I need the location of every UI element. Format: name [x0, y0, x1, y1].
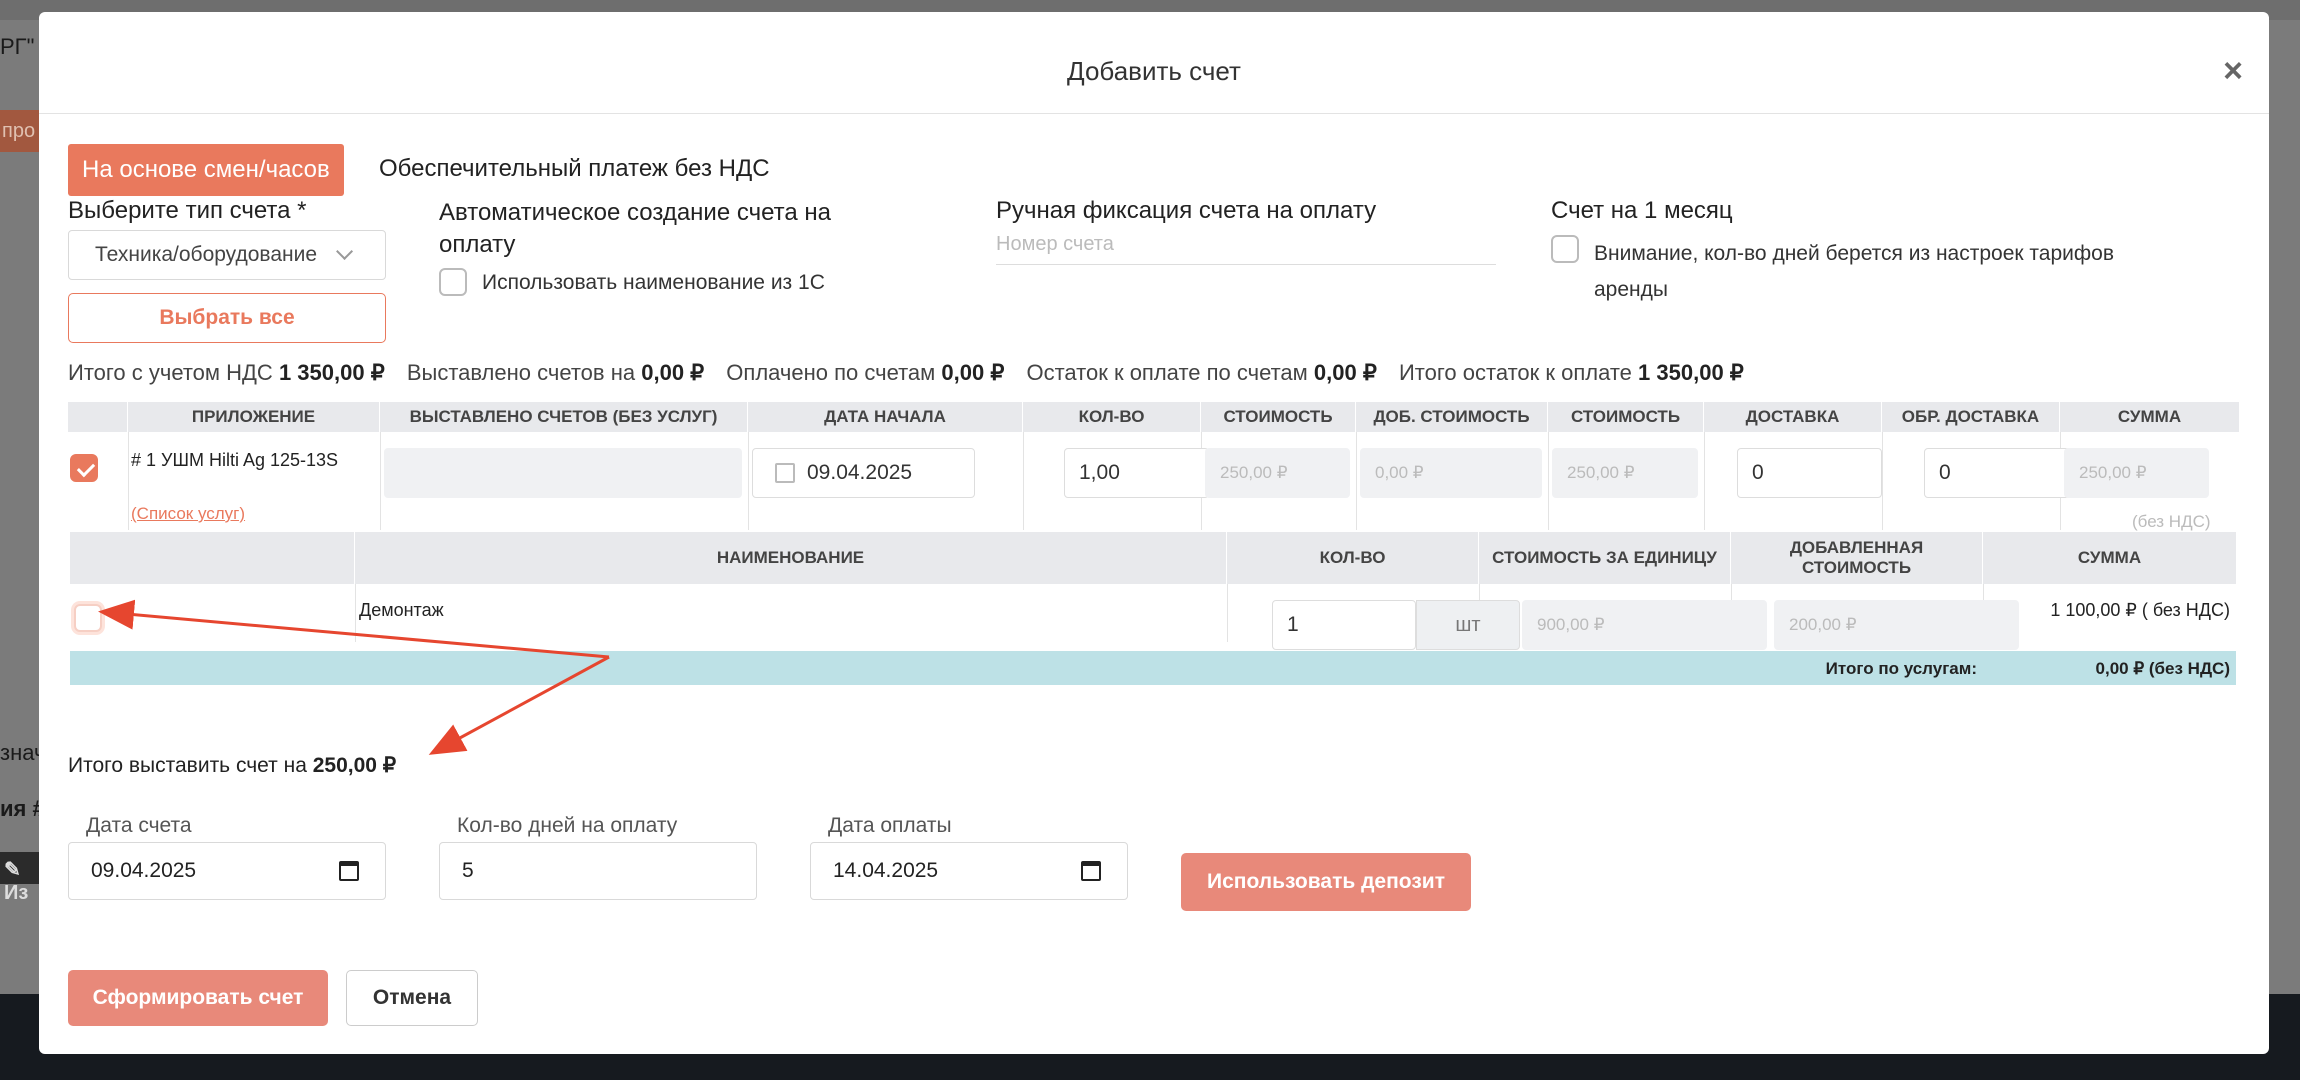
cancel-button[interactable]: Отмена	[346, 970, 478, 1026]
invoice-date-input[interactable]: 09.04.2025	[68, 842, 386, 900]
arrow-to-total	[428, 655, 610, 755]
payment-date-value: 14.04.2025	[833, 859, 939, 882]
payment-date-input[interactable]: 14.04.2025	[810, 842, 1128, 900]
background-text: ия #	[0, 796, 45, 821]
invoice-total-value: 250,00 ₽	[312, 754, 397, 777]
background-button: про	[0, 110, 40, 152]
invoice-date-value: 09.04.2025	[91, 859, 197, 882]
arrow-to-checkbox	[98, 599, 610, 659]
invoice-total: Итого выставить счет на 250,00 ₽	[68, 753, 396, 778]
calendar-icon[interactable]	[1081, 861, 1101, 881]
use-deposit-button[interactable]: Использовать депозит	[1181, 853, 1471, 911]
calendar-icon[interactable]	[339, 861, 359, 881]
invoice-total-label: Итого выставить счет на	[68, 754, 307, 777]
payment-date-label: Дата оплаты	[828, 814, 952, 837]
create-invoice-button[interactable]: Сформировать счет	[68, 970, 328, 1026]
payment-days-input[interactable]: 5	[439, 842, 757, 900]
background-edit-button: ✎ Из	[0, 852, 40, 904]
add-invoice-modal: Добавить счет × На основе смен/часов Обе…	[39, 12, 2269, 1054]
payment-days-label: Кол-во дней на оплату	[457, 814, 678, 837]
invoice-date-label: Дата счета	[86, 814, 192, 837]
